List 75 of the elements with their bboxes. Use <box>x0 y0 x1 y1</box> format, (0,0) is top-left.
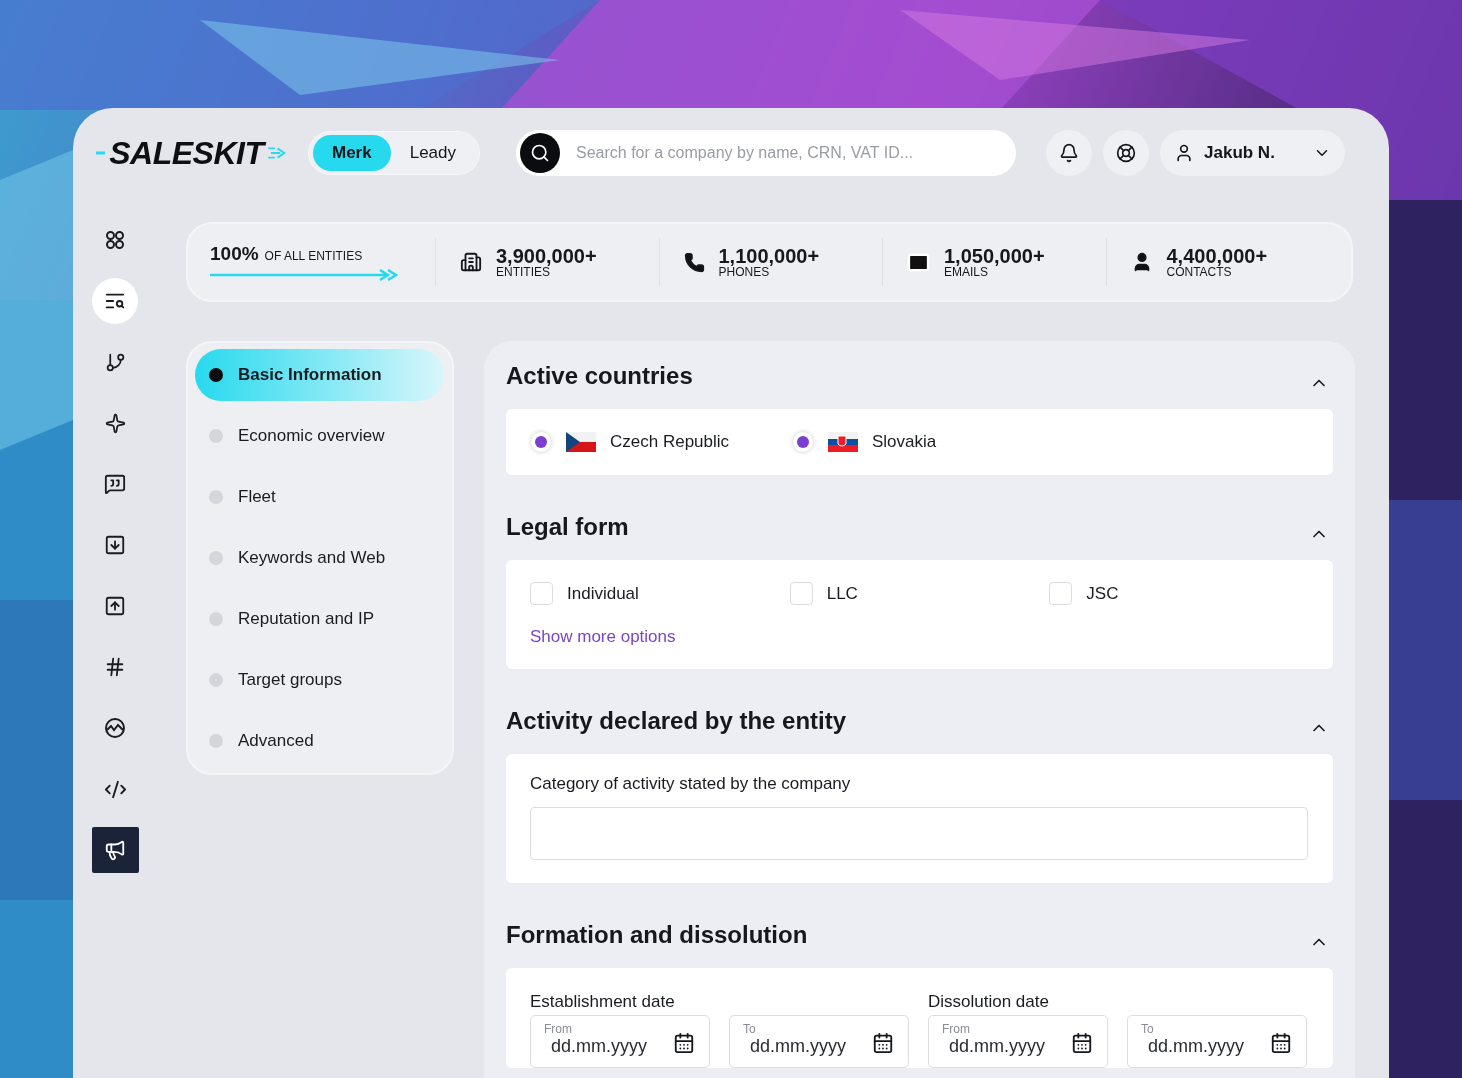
input-field[interactable] <box>530 807 1308 860</box>
bell-icon <box>1059 143 1079 163</box>
section-nav-item[interactable]: Keywords and Web <box>195 532 444 584</box>
download-box-icon <box>104 534 126 556</box>
checkbox[interactable] <box>789 582 813 605</box>
flag-icon <box>566 432 596 452</box>
calendar-icon[interactable] <box>872 1032 894 1054</box>
stat-value: 3,900,000+ <box>496 245 597 266</box>
search-icon <box>530 143 550 163</box>
coverage-label: OF ALL ENTITIES <box>264 249 363 263</box>
date-field[interactable]: To dd.mm.yyyy <box>729 1015 909 1068</box>
section-nav-item[interactable]: Advanced <box>195 715 444 767</box>
field-label: Category of activity stated by the company <box>530 774 852 794</box>
field-label: Dissolution date <box>928 992 1050 1012</box>
megaphone-icon <box>104 839 126 861</box>
field-caption: To <box>1141 1022 1155 1036</box>
arrow-icon <box>210 269 398 281</box>
stat-label: ENTITIES <box>496 265 550 279</box>
option-label: Individual <box>567 583 639 604</box>
quote-message-icon <box>104 473 126 495</box>
option-label: Slovakia <box>872 432 937 452</box>
section-nav-item[interactable]: Target groups <box>195 654 444 706</box>
phone-icon <box>683 251 705 273</box>
user-icon <box>1174 143 1194 163</box>
radio-button[interactable] <box>792 431 814 453</box>
flag-icon <box>828 432 858 452</box>
checkbox[interactable] <box>530 582 553 605</box>
notifications-button[interactable] <box>1046 130 1092 176</box>
calendar-icon[interactable] <box>673 1032 695 1054</box>
section-title: Active countries <box>506 362 693 390</box>
hash-icon <box>104 656 126 678</box>
mode-tab[interactable]: Leady <box>390 135 475 171</box>
search-button[interactable] <box>520 133 560 173</box>
section-nav-item[interactable]: Basic Information <box>195 349 444 401</box>
rail-button[interactable] <box>91 827 139 873</box>
dash-icon <box>96 150 106 156</box>
section-nav-item[interactable]: Reputation and IP <box>195 593 444 645</box>
section-nav-item[interactable]: Fleet <box>195 471 444 523</box>
rail-button[interactable] <box>92 278 138 324</box>
stat-value: 1,050,000+ <box>944 245 1045 266</box>
field-caption: From <box>544 1022 573 1036</box>
section-nav-item[interactable]: Economic overview <box>195 410 444 462</box>
stat-value: 4,400,000+ <box>1166 245 1268 266</box>
radio-button[interactable] <box>530 431 552 453</box>
mode-tab[interactable]: Merk <box>313 135 391 171</box>
option-label: LLC <box>826 583 858 604</box>
option-label: Czech Republic <box>610 432 730 452</box>
calendar-icon[interactable] <box>1071 1032 1093 1054</box>
stat-label: CONTACTS <box>1166 265 1232 279</box>
search-input[interactable]: Search for a company by name, CRN, VAT ID... <box>574 143 1012 163</box>
coverage-value: 100% <box>210 243 259 265</box>
stat-label: PHONES <box>718 265 770 279</box>
section-title: Activity declared by the entity <box>506 707 847 735</box>
calendar-icon[interactable] <box>1270 1032 1292 1054</box>
stat-label: EMAILS <box>944 265 988 279</box>
sparkle-icon <box>104 412 126 434</box>
lifebuoy-icon <box>1116 143 1136 163</box>
building-icon <box>460 251 482 273</box>
branch-icon <box>104 351 126 373</box>
section-title: Formation and dissolution <box>506 921 808 949</box>
upload-box-icon <box>104 595 126 617</box>
search-bar[interactable]: Search for a company by name, CRN, VAT ID... <box>516 130 1016 176</box>
field-label: Establishment date <box>530 992 676 1012</box>
help-button[interactable] <box>1103 130 1149 176</box>
field-caption: From <box>942 1022 971 1036</box>
option-label: JSC <box>1086 583 1119 604</box>
field-caption: To <box>743 1022 757 1036</box>
checkbox[interactable] <box>1049 582 1073 605</box>
user-menu[interactable]: Jakub N. <box>1160 130 1345 176</box>
section-title: Legal form <box>506 513 629 541</box>
stat-value: 1,100,000+ <box>718 245 820 266</box>
grid-icon <box>105 230 125 250</box>
pulse-icon <box>104 717 126 739</box>
show-more-link[interactable]: Show more options <box>530 627 676 647</box>
date-field[interactable]: To dd.mm.yyyy <box>1127 1015 1307 1068</box>
